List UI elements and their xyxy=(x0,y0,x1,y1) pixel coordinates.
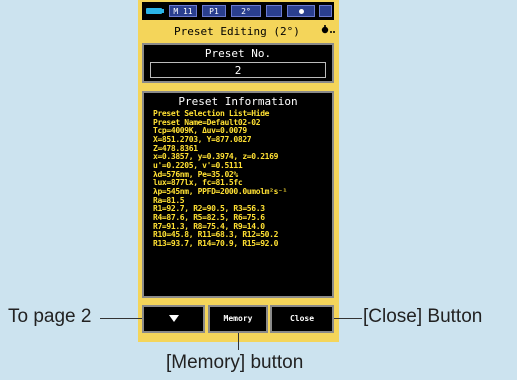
preset-information-title: Preset Information xyxy=(178,95,298,108)
angle-indicator: 2° xyxy=(231,5,261,17)
battery-icon xyxy=(146,5,164,17)
screen-title: Preset Editing (2°) xyxy=(174,25,300,38)
preset-information-list: Preset Selection List=Hide Preset Name=D… xyxy=(153,109,331,249)
callout-close-button: [Close] Button xyxy=(363,306,483,327)
callout-line-close xyxy=(334,318,362,319)
preset-number-panel: Preset No. 2 xyxy=(142,43,334,83)
memory-button[interactable]: Memory xyxy=(208,305,268,333)
status-blank-indicator xyxy=(266,5,282,17)
record-dot-icon xyxy=(298,9,304,14)
info-line: R13=93.7, R14=70.9, R15=92.0 xyxy=(153,238,279,248)
info-icon[interactable] xyxy=(321,21,335,43)
preset-number-field[interactable]: 2 xyxy=(150,62,326,78)
triangle-down-icon xyxy=(168,315,179,322)
preset-information-panel: Preset Information Preset Selection List… xyxy=(142,91,334,298)
callout-line-to-page-2 xyxy=(100,318,142,319)
close-button[interactable]: Close xyxy=(270,305,334,333)
status-bar: M 11 P1 2° xyxy=(142,2,334,20)
record-indicator xyxy=(287,5,315,17)
callout-to-page-2: To page 2 xyxy=(8,306,92,327)
menu-indicator xyxy=(319,5,332,17)
screen-title-bar: Preset Editing (2°) xyxy=(138,21,339,41)
next-page-button[interactable] xyxy=(142,305,205,333)
callout-line-memory xyxy=(238,333,239,350)
mode-indicator: M 11 xyxy=(169,5,197,17)
callout-memory-button: [Memory] button xyxy=(166,352,304,373)
preset-number-label: Preset No. xyxy=(204,47,272,60)
preset-slot-indicator: P1 xyxy=(202,5,226,17)
